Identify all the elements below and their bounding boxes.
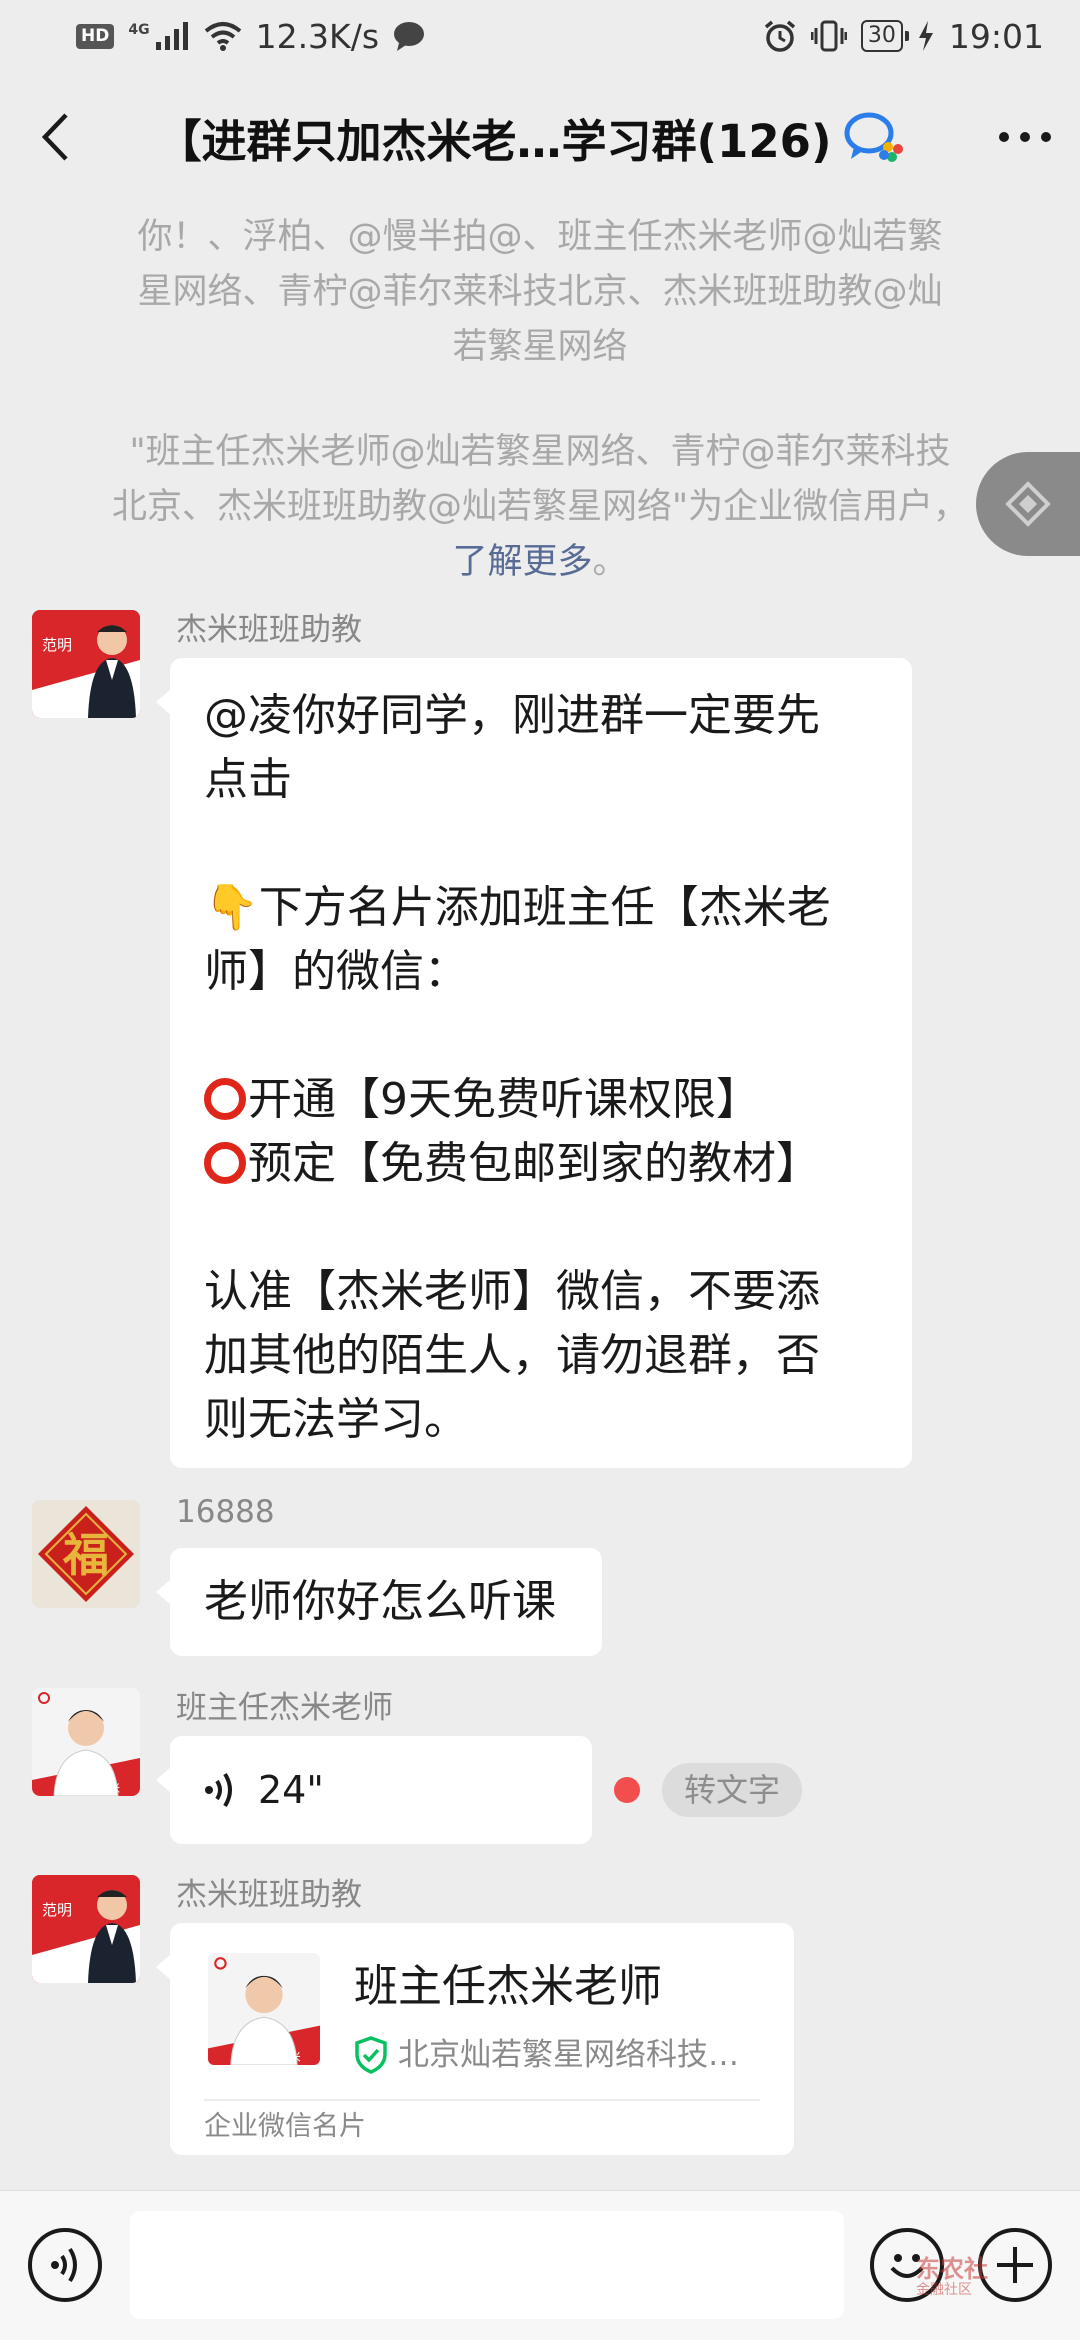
message-line: 认准【杰米老师】微信，不要添 — [204, 1266, 820, 1317]
message-line: 👇下方名片添加班主任【杰米老 — [204, 882, 831, 933]
message-line: 预定【免费包邮到家的教材】 — [248, 1138, 820, 1189]
teacher-photo: 杰 米 — [208, 1953, 320, 2065]
notice-period: 。 — [592, 542, 628, 582]
svg-text:范明: 范明 — [42, 636, 72, 654]
message-item: 范明 杰米班班助教 杰 米 班主任杰米老师 北京灿若繁星网络科技… 企业微信名片 — [32, 1875, 1048, 2155]
message-line: 点击 — [204, 754, 292, 805]
teacher-photo: 范明 — [32, 1875, 140, 1983]
message-line: 开通【9天免费听课权限】 — [248, 1074, 760, 1125]
message-item: 杰米 班主任杰米老师 24" 转文字 — [32, 1688, 1048, 1848]
voice-wave-icon — [205, 1772, 232, 1808]
card-contact-name: 班主任杰米老师 — [354, 1961, 662, 2012]
sender-name: 杰米班班助教 — [176, 1877, 362, 1913]
message-line: 加其他的陌生人，请勿退群，否 — [204, 1330, 820, 1381]
card-divider — [204, 2099, 760, 2101]
battery-icon: 30 — [860, 20, 909, 52]
teacher-photo: 范明 — [32, 610, 140, 718]
network-type: 4G — [128, 22, 150, 38]
enterprise-notice-line: 北京、杰米班班助教@灿若繁星网络"为企业微信用户， — [111, 487, 969, 527]
unread-dot — [614, 1777, 640, 1803]
verified-shield-icon — [355, 2036, 387, 2074]
message-bubble[interactable]: 老师你好怎么听课 — [156, 1548, 602, 1656]
voice-icon — [51, 2247, 77, 2283]
charging-icon — [918, 21, 933, 51]
fu-character: 福 — [62, 1528, 109, 1582]
fu-charm-image: 福 — [32, 1500, 140, 1608]
svg-text:范明: 范明 — [42, 1901, 72, 1919]
voice-message-bubble[interactable]: 24" — [156, 1736, 592, 1844]
enterprise-notice: "班主任杰米老师@灿若繁星网络、青柠@菲尔莱科技 北京、杰米班班助教@灿若繁星网… — [90, 425, 990, 590]
clock: 19:01 — [948, 16, 1044, 56]
status-bar: HD 4G 12.3K/s 30 19:01 — [0, 0, 1080, 72]
convert-to-text-button[interactable]: 转文字 — [662, 1763, 803, 1817]
avatar[interactable]: 范明 — [32, 610, 140, 718]
avatar[interactable]: 福 — [32, 1500, 140, 1608]
message-line: 则无法学习。 — [204, 1394, 468, 1445]
back-button[interactable] — [0, 72, 110, 202]
learn-more-link[interactable]: 了解更多 — [452, 542, 592, 582]
message-item: 范明 杰米班班助教 @凌你好同学，刚进群一定要先 点击 👇下方名片添加班主任【杰… — [32, 610, 1048, 1470]
card-footer: 企业微信名片 — [204, 2111, 366, 2142]
sender-name: 班主任杰米老师 — [176, 1690, 393, 1726]
watermark-line: 东农社 — [916, 2255, 988, 2283]
join-notice-line: 你！、浮柏、@慢半拍@、班主任杰米老师@灿若繁 — [137, 217, 943, 257]
alarm-icon — [764, 20, 796, 52]
more-functions-button[interactable] — [978, 2228, 1052, 2302]
join-notice: 你！、浮柏、@慢半拍@、班主任杰米老师@灿若繁 星网络、青柠@菲尔莱科技北京、杰… — [90, 210, 990, 375]
photo-label: 杰米 — [98, 1782, 120, 1795]
voice-input-button[interactable] — [28, 2228, 102, 2302]
wifi-icon — [204, 22, 241, 51]
join-notice-line: 若繁星网络 — [452, 327, 628, 367]
photo-label: 杰 米 — [274, 2050, 301, 2064]
message-item: 福 16888 老师你好怎么听课 — [32, 1494, 1048, 1660]
more-dots-icon — [999, 132, 1051, 142]
message-text: 老师你好怎么听课 — [204, 1576, 556, 1627]
message-line: @凌你好同学，刚进群一定要先 — [204, 690, 820, 741]
avatar[interactable]: 范明 — [32, 1875, 140, 1983]
join-notice-line: 星网络、青柠@菲尔莱科技北京、杰米班班助教@灿 — [137, 272, 943, 312]
message-line-blank — [204, 1196, 878, 1260]
message-input[interactable] — [130, 2211, 844, 2319]
floating-assistant-button[interactable] — [976, 452, 1080, 556]
watermark: 东农社 金融社区 — [916, 2256, 988, 2298]
teacher-photo: 杰米 — [32, 1688, 140, 1796]
more-options-button[interactable] — [970, 72, 1080, 202]
card-company: 北京灿若繁星网络科技… — [398, 2037, 739, 2073]
avatar[interactable]: 杰米 — [32, 1688, 140, 1796]
chat-title: 【进群只加杰米老…学习群(126) — [156, 114, 832, 168]
vibrate-icon — [810, 20, 847, 52]
title-bar: 【进群只加杰米老…学习群(126) — [0, 72, 1080, 202]
message-bubble[interactable]: @凌你好同学，刚进群一定要先 点击 👇下方名片添加班主任【杰米老 师】的微信： … — [156, 658, 912, 1468]
net-speed: 12.3K/s — [255, 16, 380, 56]
plus-icon — [997, 2247, 1033, 2283]
diamond-icon — [1005, 481, 1051, 527]
message-notification-icon — [394, 22, 425, 51]
enterprise-notice-line: "班主任杰米老师@灿若繁星网络、青柠@菲尔莱科技 — [129, 432, 951, 472]
card-photo: 杰 米 — [208, 1953, 320, 2065]
message-line-blank — [204, 1004, 878, 1068]
hd-badge: HD — [76, 23, 115, 49]
sender-name: 杰米班班助教 — [176, 612, 362, 648]
message-line-blank — [204, 812, 878, 876]
voice-duration: 24" — [258, 1768, 324, 1812]
chat-screen: HD 4G 12.3K/s 30 19:01 【进群只加杰米老…学习群(126)… — [0, 0, 1080, 2340]
chevron-left-icon — [41, 113, 68, 161]
message-line: 师】的微信： — [204, 946, 468, 997]
red-circle-icon — [204, 1078, 246, 1120]
contact-card-bubble[interactable]: 杰 米 班主任杰米老师 北京灿若繁星网络科技… 企业微信名片 — [156, 1923, 794, 2155]
watermark-line: 金融社区 — [916, 2282, 972, 2298]
enterprise-wecom-icon — [844, 112, 903, 162]
signal-icon — [155, 22, 188, 50]
sender-name: 16888 — [176, 1494, 275, 1530]
red-circle-icon — [204, 1142, 246, 1184]
